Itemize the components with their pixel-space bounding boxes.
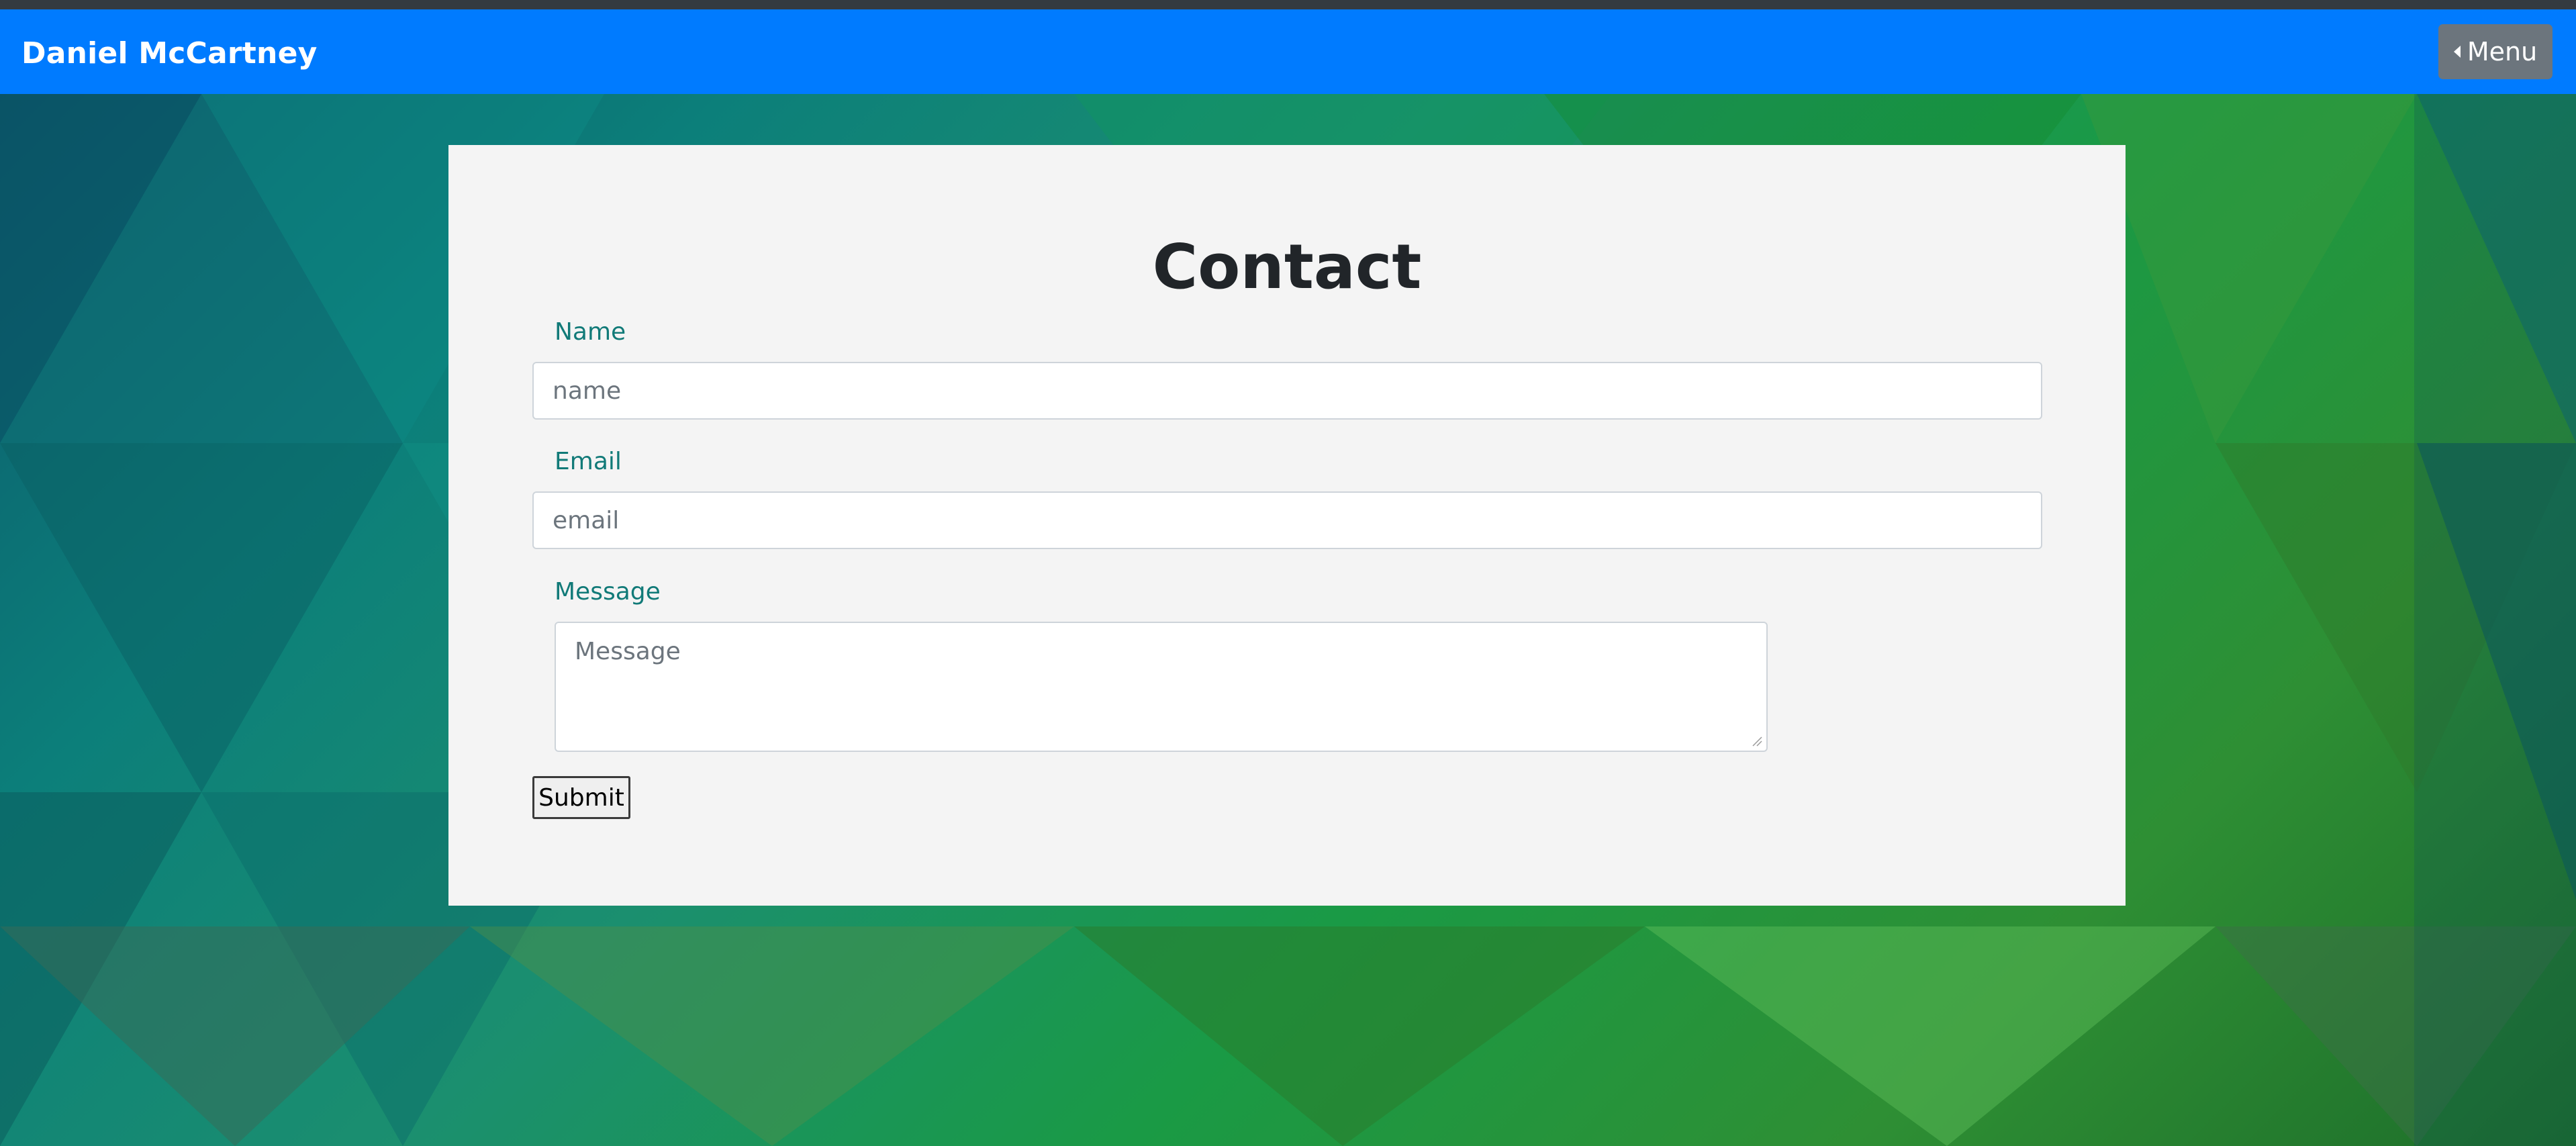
brand-link[interactable]: Daniel McCartney [21, 36, 318, 70]
menu-button-label: Menu [2467, 37, 2538, 66]
top-border [0, 0, 2576, 9]
resize-grip-icon[interactable] [1750, 734, 1762, 747]
message-textarea[interactable]: Message [555, 622, 1768, 752]
page-title: Contact [1152, 231, 1422, 303]
contact-card: Contact Name name Email email Message Me… [448, 145, 2126, 906]
submit-button[interactable]: Submit [532, 776, 630, 819]
email-input[interactable]: email [532, 491, 2042, 549]
name-input-placeholder: name [553, 377, 622, 405]
email-label: Email [555, 448, 622, 475]
caret-left-icon [2453, 46, 2461, 58]
name-input[interactable]: name [532, 362, 2042, 420]
email-input-placeholder: email [553, 506, 620, 534]
page: Daniel McCartney Menu Contact Name name … [0, 0, 2576, 1146]
menu-button[interactable]: Menu [2438, 24, 2553, 79]
message-textarea-placeholder: Message [575, 638, 681, 665]
message-label: Message [555, 578, 661, 606]
name-label: Name [555, 318, 626, 346]
navbar: Daniel McCartney Menu [0, 9, 2576, 94]
